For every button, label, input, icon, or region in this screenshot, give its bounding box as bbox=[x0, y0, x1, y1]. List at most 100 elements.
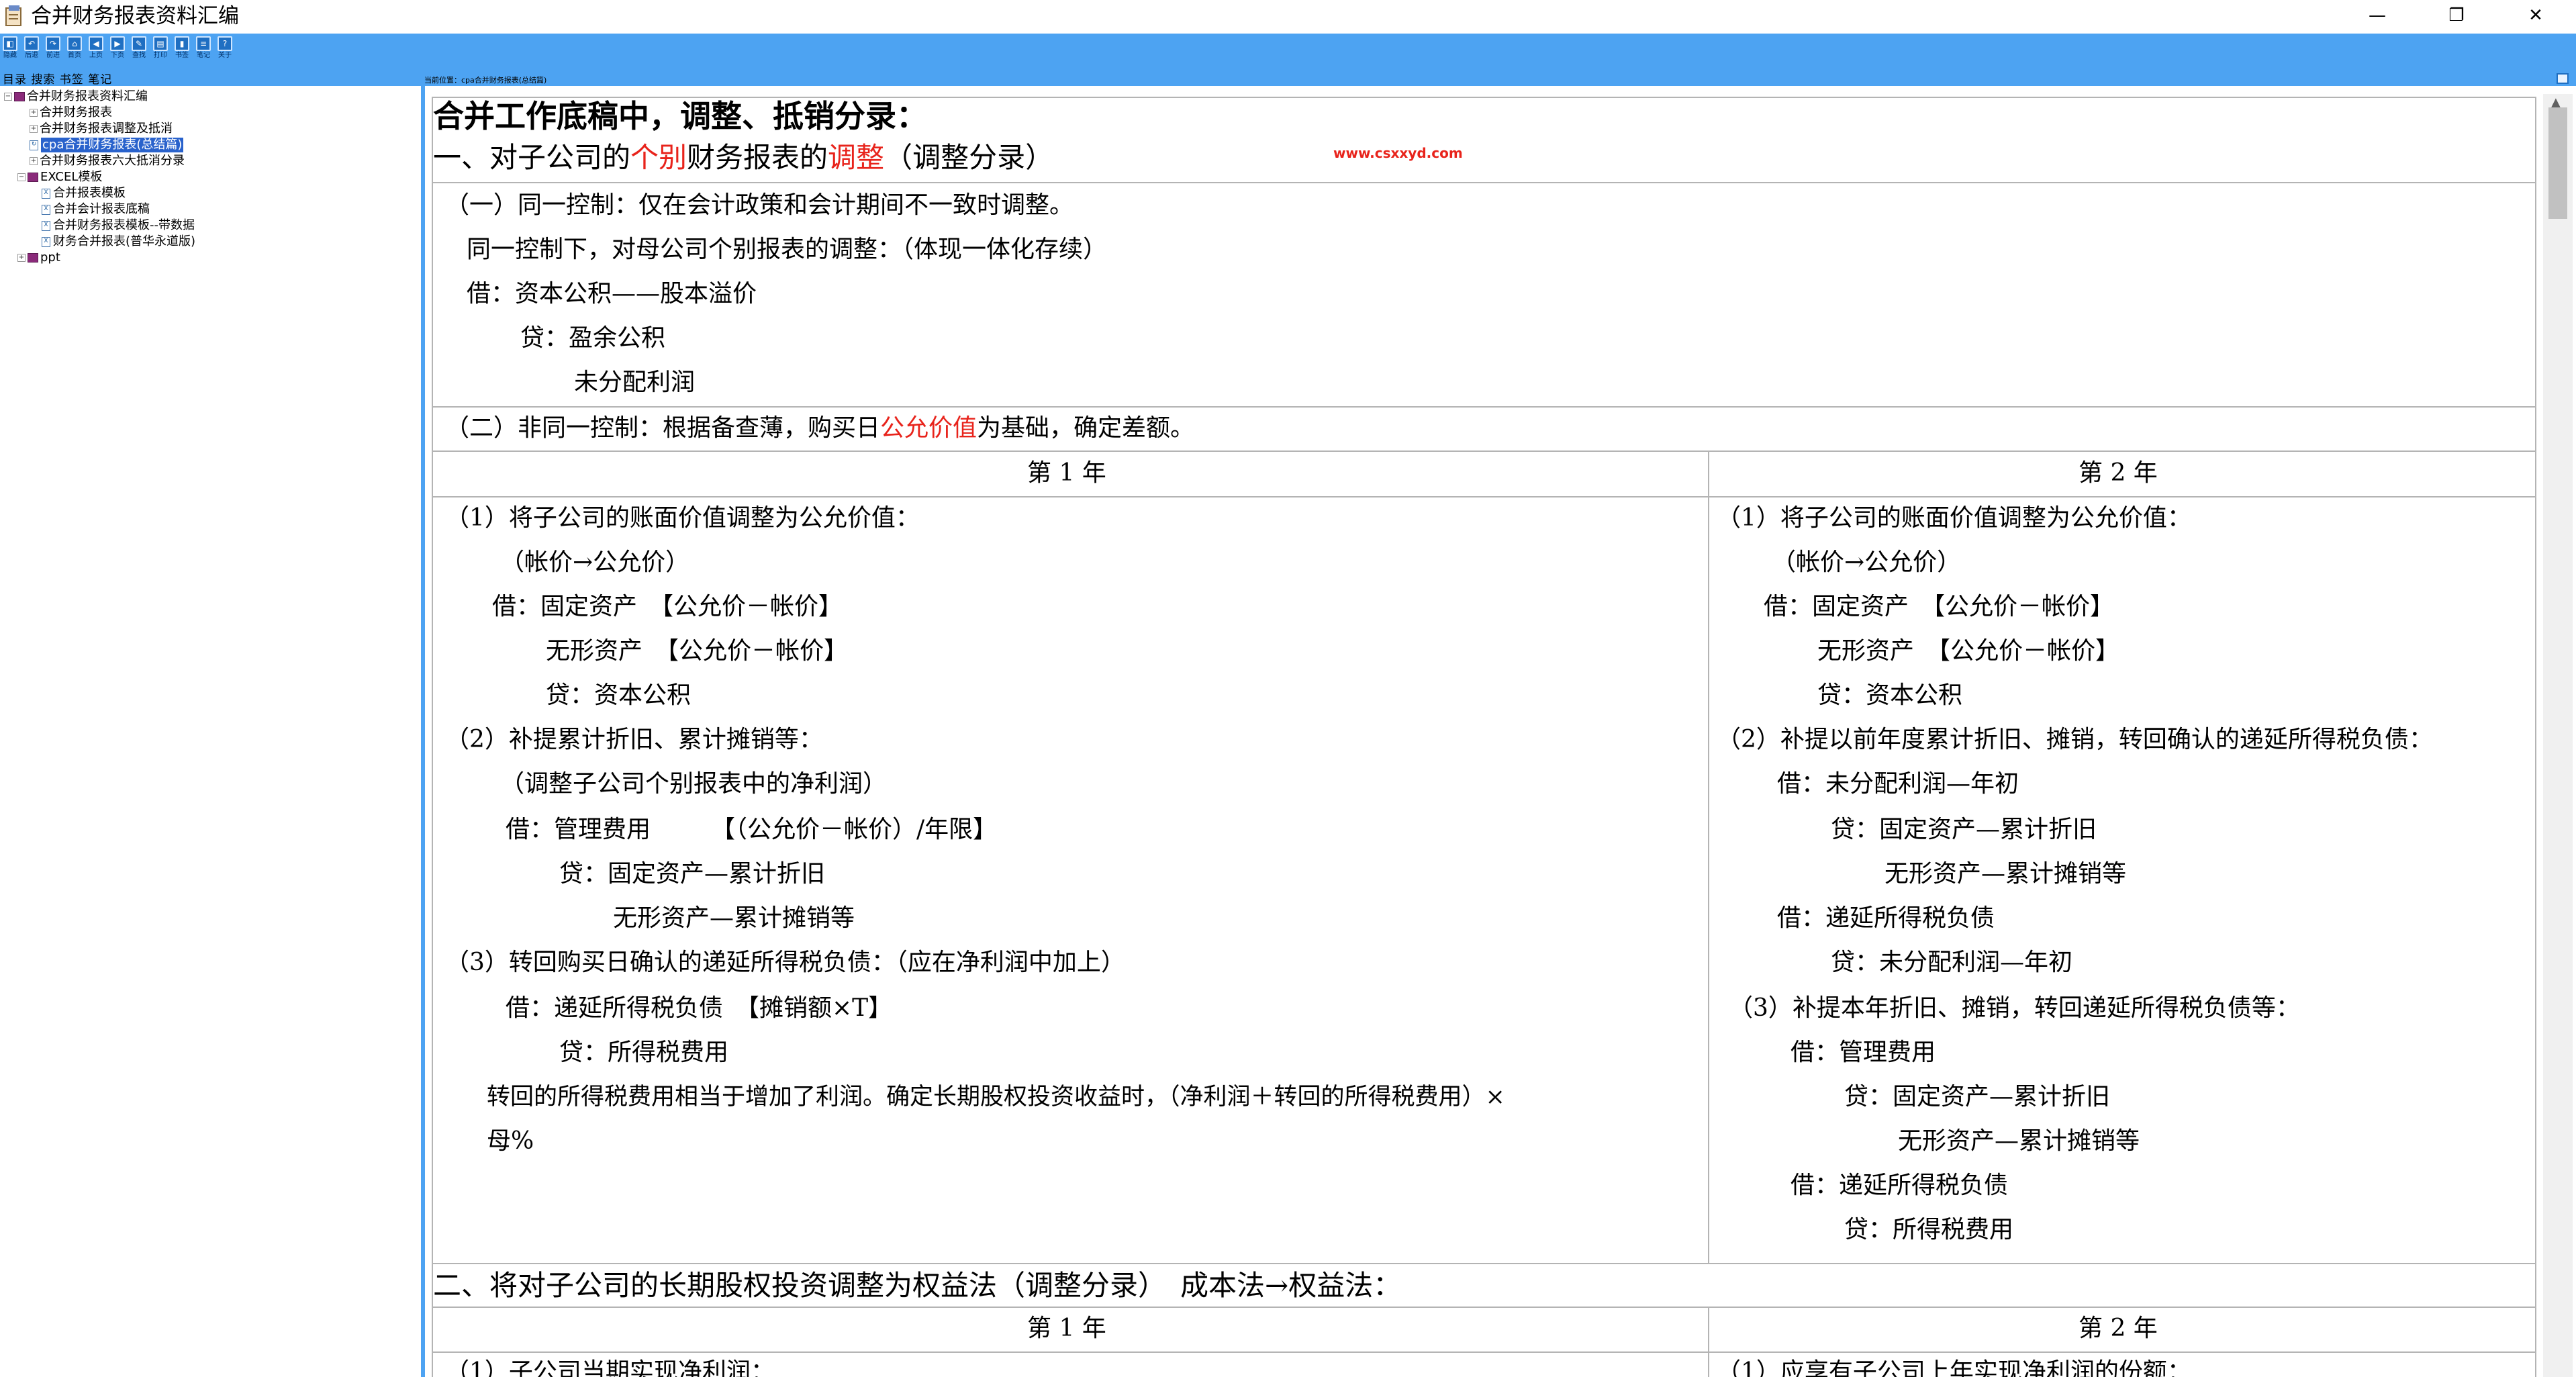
tree-item-4[interactable]: + 合并财务报表六大抵消分录 bbox=[30, 154, 185, 169]
sidebar-tabs[interactable]: 目录 搜索 书签 笔记 bbox=[3, 74, 112, 86]
search-button[interactable]: ✎ 查找 bbox=[130, 36, 148, 60]
about-label: 关于 bbox=[218, 52, 232, 59]
tab-strip bbox=[0, 73, 2576, 86]
tree-excel-item-3[interactable]: X 合并财务报表模板--带数据 bbox=[42, 218, 195, 233]
tree-item-label: 合并财务报表 bbox=[40, 105, 112, 120]
note-label: 笔记 bbox=[197, 52, 210, 59]
document-view: 合并工作底稿中，调整、抵销分录： 一、对子公司的个别财务报表的调整（调整分录） … bbox=[425, 86, 2543, 1377]
tree-folder-label: EXCEL模板 bbox=[40, 170, 103, 184]
expand-icon[interactable]: + bbox=[17, 254, 26, 262]
tree-excel-item-4[interactable]: X 财务合并报表(普华永道版) bbox=[42, 234, 195, 249]
hide-icon: ◧ bbox=[3, 36, 17, 51]
y2-line: 贷：固定资产—累计折旧 bbox=[1831, 816, 2097, 843]
breadcrumb: 当前位置：cpa合并财务报表(总结篇) bbox=[424, 76, 547, 85]
search-label: 查找 bbox=[132, 52, 146, 59]
text-highlight: 公允价值 bbox=[880, 414, 977, 442]
y1-line: 无形资产—累计摊销等 bbox=[613, 904, 855, 932]
y1-line: 转回的所得税费用相当于增加了利润。确定长期股权投资收益时，（净利润＋转回的所得税… bbox=[487, 1084, 1505, 1110]
excel-icon: X bbox=[42, 220, 50, 231]
excel-icon: X bbox=[42, 204, 50, 215]
y2b-line: （1）应享有子公司上年实现净利润的份额： bbox=[1717, 1358, 2191, 1377]
tree-root[interactable]: − 合并财务报表资料汇编 bbox=[4, 89, 148, 104]
tree-folder-ppt[interactable]: + ppt bbox=[17, 250, 60, 265]
tree-item-label: 合并会计报表底稿 bbox=[53, 202, 150, 216]
table-border bbox=[432, 97, 433, 1377]
table-border bbox=[432, 496, 2536, 497]
print-button[interactable]: ▤ 打印 bbox=[152, 36, 169, 60]
text-line: 借：资本公积——股本溢价 bbox=[467, 280, 757, 307]
tree-item-3-selected[interactable]: ↻ cpa合并财务报表(总结篇) bbox=[30, 138, 184, 152]
about-icon: ? bbox=[218, 36, 232, 51]
prev-page-button[interactable]: ◀ 上页 bbox=[87, 36, 105, 60]
tree-item-label: 合并财务报表六大抵消分录 bbox=[40, 154, 185, 168]
panel-toggle-icon[interactable] bbox=[2557, 73, 2569, 84]
y2-line: 贷：资本公积 bbox=[1817, 681, 1963, 709]
y2-line: （3）补提本年折旧、摊销，转回递延所得税负债等： bbox=[1729, 994, 2300, 1022]
subsection-2: （二）非同一控制：根据备查薄，购买日公允价值为基础，确定差额。 bbox=[445, 412, 1194, 444]
text-line: 贷：盈余公积 bbox=[520, 324, 666, 352]
y2-line: 无形资产—累计摊销等 bbox=[1898, 1127, 2140, 1155]
search-icon: ✎ bbox=[132, 36, 146, 51]
bookmark-button[interactable]: ▮ 书签 bbox=[173, 36, 191, 60]
page-icon: ↻ bbox=[30, 140, 38, 150]
y1-line: 贷：资本公积 bbox=[546, 681, 691, 709]
expand-icon[interactable]: + bbox=[30, 125, 38, 133]
table-border bbox=[2535, 97, 2536, 1377]
y1-line: （3）转回购买日确认的递延所得税负债：（应在净利润中加上） bbox=[445, 949, 1125, 976]
expand-icon[interactable]: + bbox=[30, 109, 38, 117]
book-icon bbox=[28, 173, 38, 182]
y1-line: （调整子公司个别报表中的净利润） bbox=[500, 770, 888, 798]
scrollbar-thumb[interactable] bbox=[2548, 107, 2567, 219]
column-header-year-1: 第 1 年 bbox=[1027, 459, 1106, 487]
section-heading-2: 二、将对子公司的长期股权投资调整为权益法（调整分录） 成本法→权益法： bbox=[433, 1269, 1402, 1302]
home-button[interactable]: ⌂ 首页 bbox=[66, 36, 83, 60]
tree-excel-item-1[interactable]: X 合并报表模板 bbox=[42, 186, 126, 201]
tree-item-2[interactable]: + 合并财务报表调整及抵消 bbox=[30, 122, 173, 136]
about-button[interactable]: ? 关于 bbox=[216, 36, 234, 60]
y2-line: 借：管理费用 bbox=[1791, 1039, 1936, 1066]
next-page-icon: ▶ bbox=[110, 36, 125, 51]
y2-line: 贷：未分配利润—年初 bbox=[1831, 949, 2073, 976]
back-label: 后退 bbox=[25, 52, 38, 59]
collapse-icon[interactable]: − bbox=[4, 93, 12, 101]
table-border bbox=[432, 1307, 2536, 1308]
minimize-button[interactable]: — bbox=[2354, 0, 2401, 31]
collapse-icon[interactable]: − bbox=[17, 173, 26, 181]
bookmark-label: 书签 bbox=[175, 52, 189, 59]
title-bar: 合并财务报表资料汇编 — ❐ ✕ bbox=[0, 0, 2576, 34]
table-border bbox=[432, 182, 2536, 183]
y1-line: （帐价→公允价） bbox=[500, 549, 690, 576]
prev-page-icon: ◀ bbox=[89, 36, 103, 51]
hide-label: 隐藏 bbox=[3, 52, 17, 59]
restore-button[interactable]: ❐ bbox=[2433, 0, 2480, 31]
y1b-line: （1）子公司当期实现净利润： bbox=[445, 1358, 775, 1377]
close-button[interactable]: ✕ bbox=[2512, 0, 2559, 31]
subsection-1: （一）同一控制：仅在会计政策和会计期间不一致时调整。 bbox=[445, 191, 1074, 219]
tree-item-1[interactable]: + 合并财务报表 bbox=[30, 105, 112, 120]
y1-line: 贷：固定资产—累计折旧 bbox=[559, 860, 826, 888]
back-button[interactable]: ↶ 后退 bbox=[23, 36, 40, 60]
y1-line: （1）将子公司的账面价值调整为公允价值： bbox=[445, 504, 920, 532]
forward-button[interactable]: ↷ 前进 bbox=[44, 36, 62, 60]
y2-line: 借：固定资产 【公允价－帐价】 bbox=[1764, 593, 2115, 620]
forward-label: 前进 bbox=[46, 52, 60, 59]
heading-text: 一、对子公司的 bbox=[433, 141, 631, 174]
expand-icon[interactable]: + bbox=[30, 157, 38, 165]
y1-line: （2）补提累计折旧、累计摊销等： bbox=[445, 726, 823, 753]
y2-line: 无形资产 【公允价－帐价】 bbox=[1817, 637, 2120, 665]
y2-line: 贷：固定资产—累计折旧 bbox=[1844, 1083, 2111, 1110]
column-header-year-1: 第 1 年 bbox=[1027, 1315, 1106, 1342]
tree-folder-excel[interactable]: − EXCEL模板 bbox=[17, 170, 102, 185]
next-page-button[interactable]: ▶ 下页 bbox=[109, 36, 126, 60]
app-icon bbox=[5, 5, 21, 26]
vertical-scrollbar[interactable]: ▲ bbox=[2543, 94, 2573, 1377]
excel-icon: X bbox=[42, 236, 50, 247]
y2-line: （1）将子公司的账面价值调整为公允价值： bbox=[1717, 504, 2191, 532]
y2-line: （帐价→公允价） bbox=[1772, 549, 1962, 576]
tree-excel-item-2[interactable]: X 合并会计报表底稿 bbox=[42, 202, 150, 217]
hide-button[interactable]: ◧ 隐藏 bbox=[1, 36, 19, 60]
next-page-label: 下页 bbox=[111, 52, 124, 59]
heading-highlight: 调整 bbox=[828, 141, 885, 174]
tree-root-label: 合并财务报表资料汇编 bbox=[27, 89, 148, 103]
note-button[interactable]: ≡ 笔记 bbox=[195, 36, 212, 60]
